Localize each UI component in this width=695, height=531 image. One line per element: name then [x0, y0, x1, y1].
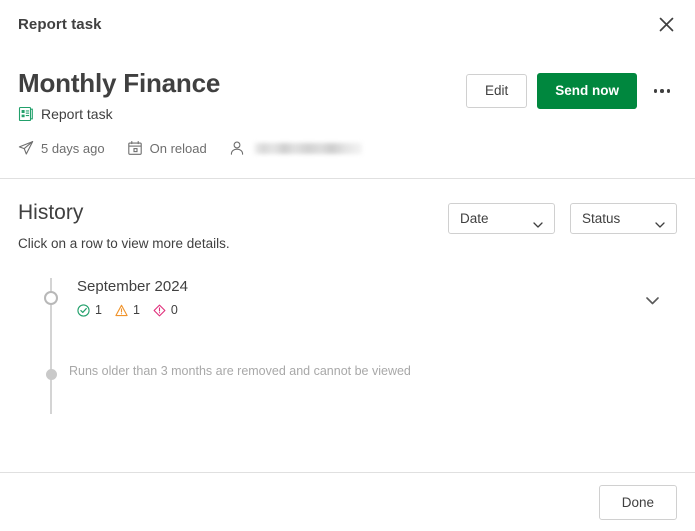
chevron-down-icon: [533, 216, 543, 228]
person-icon: [229, 140, 245, 156]
close-icon: [659, 17, 674, 32]
run-status-counts: 1 1 0: [77, 303, 637, 317]
table-row[interactable]: September 2024 1 1 0: [18, 278, 677, 338]
meta-schedule-label: On reload: [149, 140, 207, 156]
calendar-icon: [127, 140, 143, 156]
error-count: 0: [170, 303, 178, 318]
report-meta: 5 days ago On reload: [18, 140, 362, 156]
chevron-down-icon: [655, 216, 665, 228]
report-task-icon: [18, 106, 34, 122]
warning-icon: [115, 304, 128, 317]
retention-note-label: Runs older than 3 months are removed and…: [69, 364, 411, 379]
success-icon: [77, 304, 90, 317]
more-options-button[interactable]: [647, 76, 677, 106]
modal-title: Report task: [18, 16, 102, 33]
header-actions: Edit Send now: [465, 69, 677, 109]
run-date-label: September 2024: [77, 278, 188, 296]
status-badge-error: 0: [153, 303, 178, 317]
status-badge-warning: 1: [115, 303, 140, 317]
date-filter-dropdown[interactable]: Date: [448, 203, 555, 235]
more-options-icon-dot2: [660, 89, 664, 93]
report-header: Monthly Finance Report task 5 days ago O…: [0, 49, 695, 180]
close-button[interactable]: [651, 10, 681, 40]
report-type-label: Report task: [41, 106, 113, 123]
expand-row-button[interactable]: [637, 286, 667, 316]
chevron-down-icon: [645, 292, 659, 310]
timeline-marker-end: [46, 369, 57, 381]
date-filter-label: Date: [460, 211, 489, 227]
send-now-button[interactable]: Send now: [537, 73, 637, 109]
modal-topbar: Report task: [0, 0, 695, 49]
more-options-icon: [653, 89, 658, 93]
edit-button[interactable]: Edit: [465, 74, 528, 108]
meta-last-run-label: 5 days ago: [41, 140, 105, 156]
meta-owner: [229, 140, 362, 156]
status-filter-label: Status: [582, 211, 621, 227]
history-timeline: September 2024 1 1 0 Runs older than 3 m…: [18, 278, 677, 415]
send-icon: [18, 140, 34, 156]
report-task-modal: Report task Monthly Finance Report task …: [0, 0, 695, 531]
modal-footer: Done: [0, 472, 695, 531]
warning-count: 1: [132, 303, 140, 318]
more-options-icon-dot3: [666, 89, 671, 93]
done-button[interactable]: Done: [598, 484, 677, 520]
status-filter-dropdown[interactable]: Status: [570, 203, 677, 235]
history-section: History Click on a row to view more deta…: [0, 179, 695, 472]
history-filters: Date Status: [448, 201, 677, 235]
history-title: History: [18, 201, 84, 225]
history-description: Click on a row to view more details.: [18, 236, 230, 252]
meta-owner-name-redacted: [253, 142, 362, 154]
page-title: Monthly Finance: [18, 68, 221, 98]
timeline-retention-note: Runs older than 3 months are removed and…: [18, 364, 677, 414]
error-icon: [153, 304, 166, 317]
report-type: Report task: [18, 106, 362, 122]
status-badge-success: 1: [77, 303, 102, 317]
success-count: 1: [95, 303, 102, 318]
meta-last-run: 5 days ago: [18, 140, 105, 156]
timeline-marker-active: [44, 291, 58, 306]
meta-schedule: On reload: [127, 140, 207, 156]
